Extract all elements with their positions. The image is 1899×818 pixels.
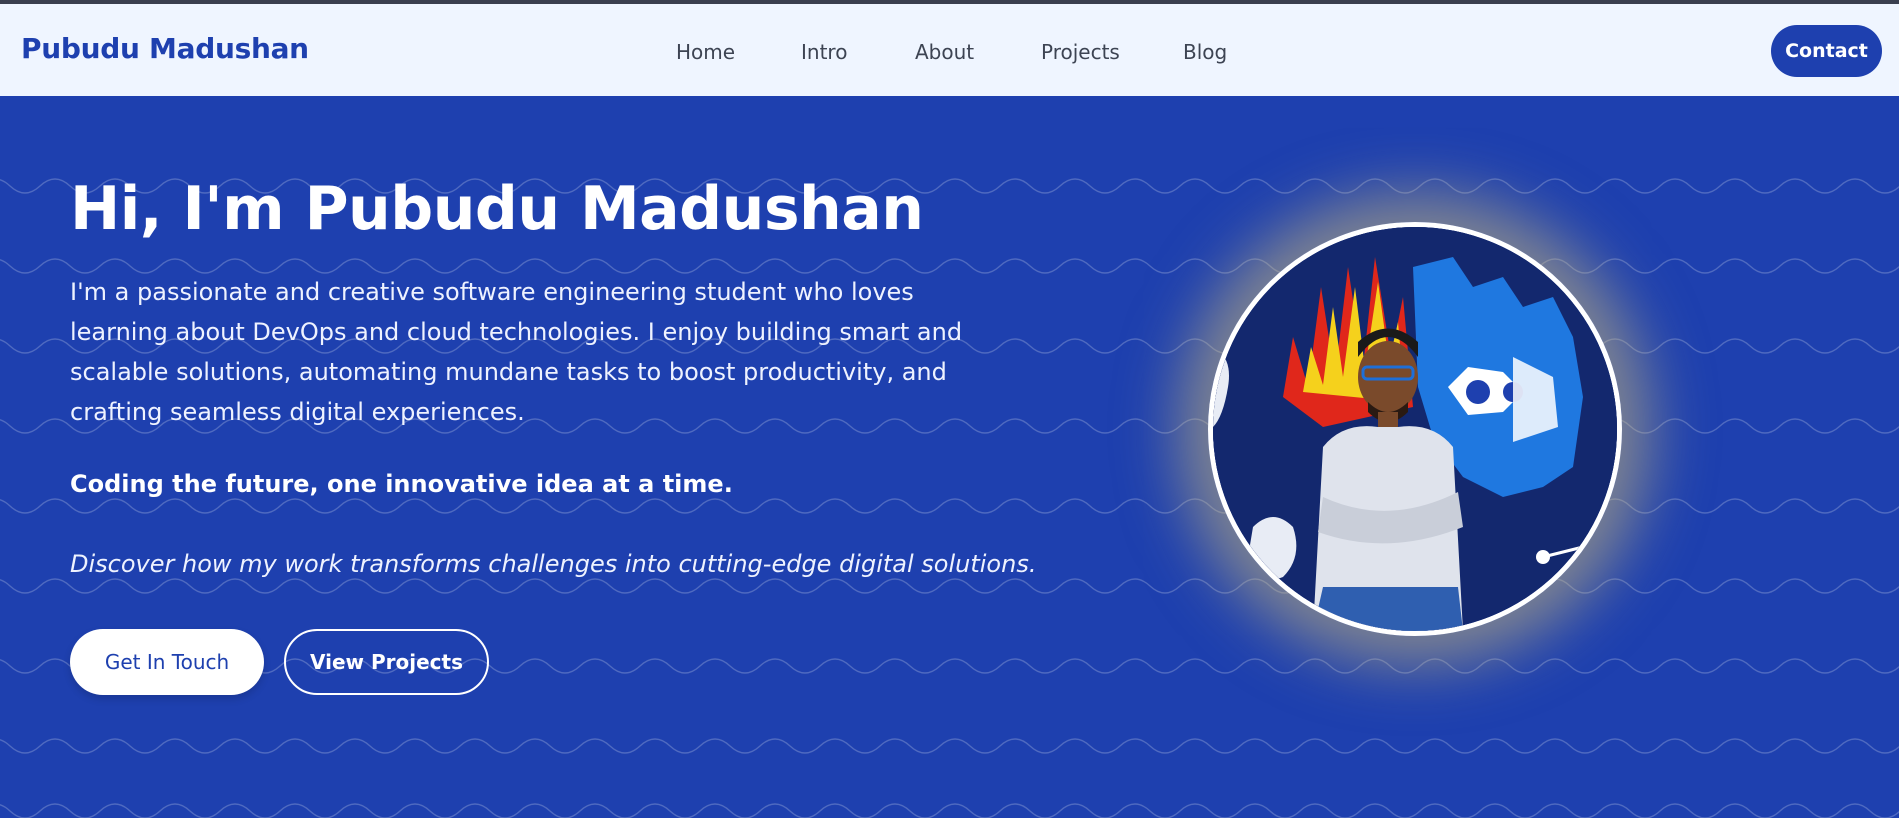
wave-line (0, 258, 1899, 274)
nav-link-projects[interactable]: Projects (1041, 40, 1120, 64)
nav-links: Home Intro About Projects Blog (0, 40, 1899, 70)
avatar (1208, 222, 1622, 636)
wave-line (0, 578, 1899, 594)
wave-line (0, 803, 1899, 818)
navbar: Pubudu Madushan Home Intro About Project… (0, 4, 1899, 96)
hero-description: I'm a passionate and creative software e… (70, 278, 963, 426)
wave-line (0, 498, 1899, 514)
nav-link-home[interactable]: Home (676, 40, 735, 64)
view-projects-button[interactable]: View Projects (284, 629, 489, 695)
profile-photo-icon (1213, 227, 1617, 631)
hero-tagline: Coding the future, one innovative idea a… (70, 470, 733, 498)
hero-section: Hi, I'm Pubudu Madushan I'm a passionate… (0, 96, 1899, 818)
wave-line (0, 738, 1899, 754)
get-in-touch-button[interactable]: Get In Touch (70, 629, 264, 695)
hero-title: Hi, I'm Pubudu Madushan (70, 174, 924, 244)
nav-link-about[interactable]: About (915, 40, 974, 64)
nav-link-blog[interactable]: Blog (1183, 40, 1227, 64)
hero-subtext: Discover how my work transforms challeng… (70, 550, 1037, 578)
nav-link-intro[interactable]: Intro (801, 40, 847, 64)
contact-button[interactable]: Contact (1771, 25, 1882, 77)
